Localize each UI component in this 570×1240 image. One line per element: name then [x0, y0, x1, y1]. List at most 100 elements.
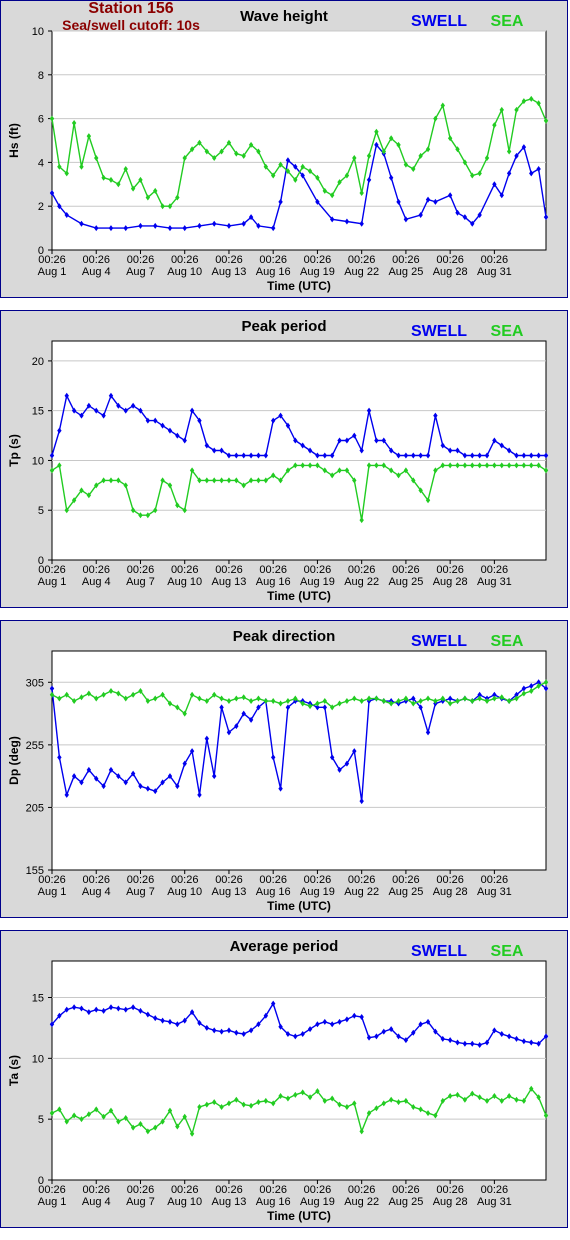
- legend-swell: SWELL: [411, 633, 467, 650]
- x-tick-time: 00:26: [127, 1184, 155, 1196]
- x-axis-label: Time (UTC): [267, 589, 331, 603]
- legend-swell: SWELL: [411, 323, 467, 340]
- x-tick-date: Aug 19: [300, 1196, 335, 1208]
- x-tick-time: 00:26: [127, 874, 155, 886]
- y-tick-label: 4: [38, 157, 44, 169]
- x-tick-time: 00:26: [436, 874, 464, 886]
- x-tick-time: 00:26: [436, 1184, 464, 1196]
- x-tick-time: 00:26: [127, 254, 155, 266]
- x-tick-date: Aug 4: [82, 576, 111, 588]
- y-tick-label: 5: [38, 1114, 44, 1126]
- x-tick-time: 00:26: [82, 254, 110, 266]
- x-tick-time: 00:26: [304, 874, 332, 886]
- x-tick-date: Aug 16: [256, 576, 291, 588]
- x-axis-label: Time (UTC): [267, 899, 331, 913]
- y-tick-label: 10: [32, 26, 44, 38]
- x-tick-time: 00:26: [392, 1184, 420, 1196]
- x-tick-time: 00:26: [171, 874, 199, 886]
- x-tick-time: 00:26: [215, 254, 243, 266]
- chart-title: Wave height: [240, 8, 328, 25]
- x-tick-date: Aug 22: [344, 576, 379, 588]
- x-tick-date: Aug 7: [126, 266, 155, 278]
- x-tick-date: Aug 1: [38, 576, 67, 588]
- x-tick-date: Aug 25: [388, 886, 423, 898]
- x-tick-time: 00:26: [259, 254, 287, 266]
- y-axis-label: Ta (s): [7, 1055, 21, 1086]
- x-tick-date: Aug 31: [477, 1196, 512, 1208]
- x-tick-date: Aug 7: [126, 886, 155, 898]
- x-tick-time: 00:26: [481, 874, 509, 886]
- x-tick-time: 00:26: [348, 564, 376, 576]
- chart-title: Average period: [230, 938, 339, 955]
- x-tick-date: Aug 16: [256, 886, 291, 898]
- x-tick-time: 00:26: [392, 254, 420, 266]
- x-tick-time: 00:26: [436, 254, 464, 266]
- x-tick-time: 00:26: [481, 254, 509, 266]
- x-tick-date: Aug 31: [477, 886, 512, 898]
- x-tick-date: Aug 4: [82, 886, 111, 898]
- legend-sea: SEA: [491, 13, 524, 30]
- plot-area: [51, 650, 547, 871]
- x-tick-date: Aug 22: [344, 1196, 379, 1208]
- peak-period-chart: 0510152000:26Aug 100:26Aug 400:26Aug 700…: [7, 318, 549, 603]
- x-tick-date: Aug 22: [344, 886, 379, 898]
- x-tick-date: Aug 1: [38, 266, 67, 278]
- chart-title: Peak period: [241, 318, 326, 335]
- station-header: Station 156 Sea/swell cutoff: 10s: [51, 0, 211, 33]
- x-axis-label: Time (UTC): [267, 1209, 331, 1223]
- x-tick-date: Aug 28: [433, 1196, 468, 1208]
- y-tick-label: 205: [26, 802, 44, 814]
- x-tick-time: 00:26: [304, 254, 332, 266]
- x-tick-date: Aug 28: [433, 576, 468, 588]
- x-tick-date: Aug 13: [212, 886, 247, 898]
- x-tick-date: Aug 28: [433, 266, 468, 278]
- x-tick-date: Aug 25: [388, 266, 423, 278]
- y-tick-label: 6: [38, 114, 44, 126]
- y-tick-label: 10: [32, 455, 44, 467]
- y-tick-label: 15: [32, 993, 44, 1005]
- y-tick-label: 2: [38, 201, 44, 213]
- x-tick-time: 00:26: [171, 1184, 199, 1196]
- y-tick-label: 255: [26, 740, 44, 752]
- x-tick-date: Aug 28: [433, 886, 468, 898]
- y-axis-label: Hs (ft): [7, 123, 21, 158]
- x-tick-time: 00:26: [304, 1184, 332, 1196]
- x-tick-date: Aug 10: [167, 576, 202, 588]
- x-tick-date: Aug 4: [82, 266, 111, 278]
- peak-direction-chart: 15520525530500:26Aug 100:26Aug 400:26Aug…: [7, 628, 549, 913]
- peak-direction-panel: 155 205 255 305 00:26 Aug 1 00:26 Aug 4 00:26 Aug…: [0, 620, 568, 918]
- wave-height-panel: 0 2 4 6 8 10 00:26 Aug 1 00:26 Aug 4 00:26 Aug 7 00:…: [0, 0, 568, 298]
- x-tick-date: Aug 19: [300, 576, 335, 588]
- x-tick-date: Aug 10: [167, 886, 202, 898]
- x-tick-date: Aug 31: [477, 576, 512, 588]
- x-tick-date: Aug 16: [256, 1196, 291, 1208]
- x-tick-date: Aug 10: [167, 1196, 202, 1208]
- sea-swell-cutoff: Sea/swell cutoff: 10s: [62, 17, 200, 33]
- x-tick-time: 00:26: [127, 564, 155, 576]
- x-tick-date: Aug 7: [126, 1196, 155, 1208]
- x-tick-time: 00:26: [171, 564, 199, 576]
- x-tick-time: 00:26: [38, 254, 66, 266]
- x-tick-time: 00:26: [481, 564, 509, 576]
- x-tick-time: 00:26: [304, 564, 332, 576]
- x-tick-time: 00:26: [259, 564, 287, 576]
- plot-area: [51, 30, 547, 251]
- x-tick-time: 00:26: [392, 874, 420, 886]
- y-tick-label: 15: [32, 406, 44, 418]
- x-tick-time: 00:26: [436, 564, 464, 576]
- y-tick-label: 305: [26, 677, 44, 689]
- x-tick-time: 00:26: [38, 874, 66, 886]
- x-tick-time: 00:26: [348, 1184, 376, 1196]
- legend-swell: SWELL: [411, 943, 467, 960]
- x-tick-time: 00:26: [171, 254, 199, 266]
- x-tick-date: Aug 1: [38, 1196, 67, 1208]
- station-name: Station 156: [88, 0, 174, 17]
- plot-area: [51, 340, 547, 561]
- x-tick-time: 00:26: [38, 1184, 66, 1196]
- x-tick-date: Aug 25: [388, 576, 423, 588]
- average-period-chart: 05101500:26Aug 100:26Aug 400:26Aug 700:2…: [7, 938, 549, 1223]
- x-tick-time: 00:26: [215, 1184, 243, 1196]
- x-tick-date: Aug 1: [38, 886, 67, 898]
- legend-sea: SEA: [491, 943, 524, 960]
- plot-area: [51, 960, 547, 1181]
